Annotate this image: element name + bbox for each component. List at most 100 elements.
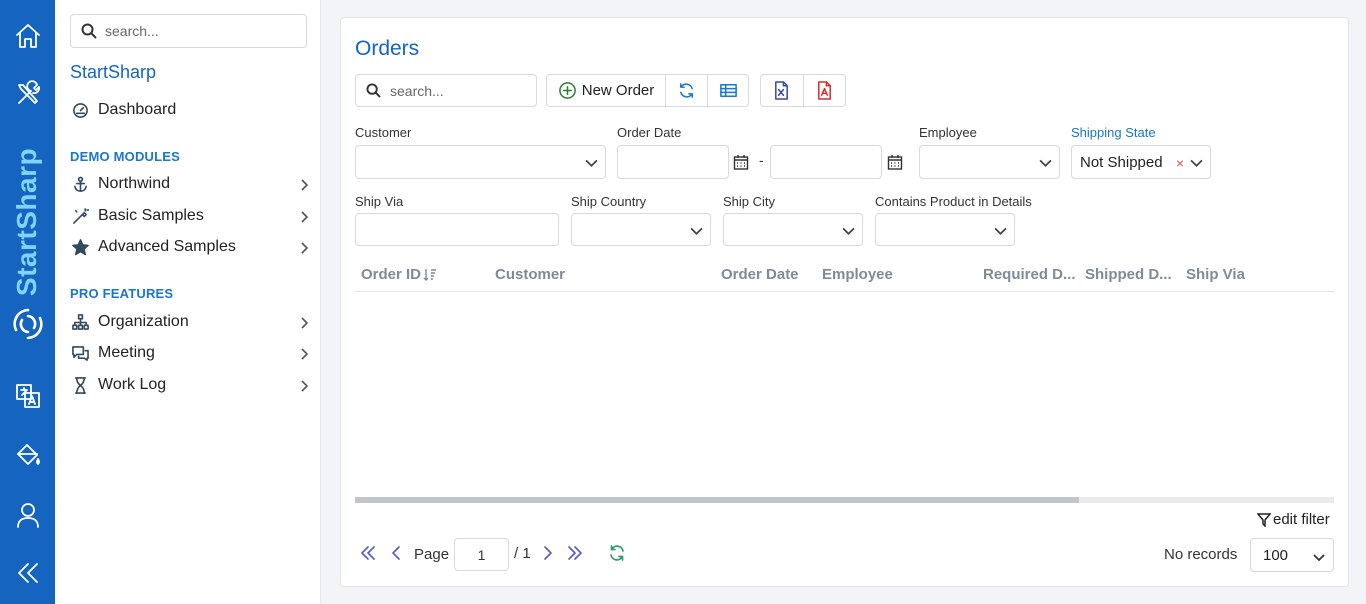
first-page-icon[interactable] xyxy=(359,544,377,562)
ship-via-filter-input[interactable] xyxy=(355,213,559,246)
sidebar-item-work-log[interactable]: Work Log xyxy=(70,372,310,398)
sidebar-item-northwind[interactable]: Northwind xyxy=(70,171,310,197)
edit-filter-link[interactable]: edit filter xyxy=(1257,511,1330,528)
collapse-icon[interactable] xyxy=(0,555,55,591)
hourglass-icon xyxy=(70,375,90,395)
shipping-state-filter-label: Shipping State xyxy=(1071,125,1156,140)
ship-country-filter-select[interactable] xyxy=(571,213,711,246)
ship-via-filter-label: Ship Via xyxy=(355,194,404,209)
chevron-right-icon xyxy=(298,379,310,392)
sidebar-item-dashboard[interactable]: Dashboard xyxy=(70,97,310,123)
chevron-right-icon xyxy=(298,210,310,223)
excel-file-icon xyxy=(775,81,789,100)
brand-part-sharp: Sharp xyxy=(11,147,42,230)
new-order-button[interactable]: New Order xyxy=(547,75,666,106)
column-header-order-date[interactable]: Order Date xyxy=(721,266,799,283)
grid-search[interactable] xyxy=(355,74,537,107)
sidebar-item-organization[interactable]: Organization xyxy=(70,309,310,335)
refresh-button[interactable] xyxy=(666,75,708,106)
sidebar-item-label: Dashboard xyxy=(98,101,177,118)
sidebar-item-label: Work Log xyxy=(98,376,167,393)
section-demo-modules: DEMO MODULES xyxy=(70,149,181,164)
employee-filter-label: Employee xyxy=(919,125,977,140)
calendar-icon[interactable] xyxy=(733,154,749,170)
calendar-icon[interactable] xyxy=(887,154,903,170)
page-title: Orders xyxy=(355,37,420,60)
scrollbar-thumb[interactable] xyxy=(355,497,1079,503)
next-page-icon[interactable] xyxy=(539,544,557,562)
edit-filter-label: edit filter xyxy=(1273,511,1330,528)
translate-icon[interactable] xyxy=(0,378,55,414)
column-header-shipped-date[interactable]: Shipped D... xyxy=(1085,266,1172,283)
tools-icon[interactable] xyxy=(0,76,55,112)
sidebar-item-label: Organization xyxy=(98,313,189,330)
sidebar-item-meeting[interactable]: Meeting xyxy=(70,340,310,366)
column-header-ship-via[interactable]: Ship Via xyxy=(1186,266,1245,283)
chevron-down-icon xyxy=(1190,156,1203,169)
pdf-export-button[interactable] xyxy=(804,75,846,106)
ship-city-filter-label: Ship City xyxy=(723,194,776,209)
sidebar-search[interactable] xyxy=(70,14,307,48)
ship-city-filter-select[interactable] xyxy=(723,213,863,246)
paint-bucket-icon[interactable] xyxy=(0,437,55,473)
shipping-state-filter-select[interactable]: Not Shipped × xyxy=(1071,145,1211,179)
page-number-input[interactable] xyxy=(454,538,509,571)
brand-logo-icon xyxy=(10,306,46,342)
employee-filter-select[interactable] xyxy=(919,145,1060,179)
sidebar-item-label: Northwind xyxy=(98,175,171,192)
sidebar-item-advanced-samples[interactable]: Advanced Samples xyxy=(70,234,310,260)
chevron-down-icon xyxy=(842,224,855,237)
contains-product-filter-label: Contains Product in Details xyxy=(875,194,1032,209)
search-icon xyxy=(81,23,97,39)
sidebar-item-label: Advanced Samples xyxy=(98,238,236,255)
brand-wordmark: StartSharp xyxy=(11,148,43,296)
clear-icon[interactable]: × xyxy=(1176,155,1184,171)
pager-refresh-icon[interactable] xyxy=(608,544,626,562)
sidebar-search-input[interactable] xyxy=(105,23,295,39)
column-header-required-date[interactable]: Required D... xyxy=(983,266,1076,283)
new-order-label: New Order xyxy=(581,82,655,99)
user-icon[interactable] xyxy=(0,497,55,533)
table-columns-icon xyxy=(719,84,737,97)
customer-filter-select[interactable] xyxy=(355,145,606,179)
sitemap-icon xyxy=(70,312,90,332)
chevron-right-icon xyxy=(298,316,310,329)
sort-desc-icon xyxy=(423,268,437,282)
home-icon[interactable] xyxy=(0,18,55,54)
chevron-down-icon xyxy=(1039,156,1052,169)
gauge-icon xyxy=(70,100,90,120)
wand-icon xyxy=(70,206,90,226)
order-date-end-input[interactable] xyxy=(770,145,882,179)
chevron-down-icon xyxy=(994,224,1007,237)
chevron-right-icon xyxy=(298,241,310,254)
contains-product-filter-select[interactable] xyxy=(875,213,1015,246)
toolbar-export-buttons xyxy=(760,74,846,107)
chevron-down-icon xyxy=(1313,550,1325,562)
sidebar: StartSharp Dashboard DEMO MODULES Northw… xyxy=(55,0,321,604)
last-page-icon[interactable] xyxy=(566,544,584,562)
order-date-filter-label: Order Date xyxy=(617,125,682,140)
filter-icon xyxy=(1257,512,1271,527)
column-header-customer[interactable]: Customer xyxy=(495,266,565,283)
excel-export-button[interactable] xyxy=(761,75,804,106)
column-picker-button[interactable] xyxy=(708,75,748,106)
sidebar-title[interactable]: StartSharp xyxy=(70,62,156,83)
horizontal-scrollbar[interactable] xyxy=(355,497,1334,503)
sidebar-item-label: Meeting xyxy=(98,344,155,361)
grid-search-input[interactable] xyxy=(390,82,530,99)
app-rail: StartSharp xyxy=(0,0,55,604)
ship-country-filter-label: Ship Country xyxy=(571,194,647,209)
add-circle-icon xyxy=(558,82,576,99)
chat-icon xyxy=(70,343,90,363)
total-pages-label: / 1 xyxy=(514,545,531,562)
page-label: Page xyxy=(414,546,450,563)
column-header-order-id[interactable]: Order ID xyxy=(361,266,437,283)
prev-page-icon[interactable] xyxy=(387,544,405,562)
chevron-right-icon xyxy=(298,347,310,360)
sidebar-item-basic-samples[interactable]: Basic Samples xyxy=(70,203,310,229)
column-header-employee[interactable]: Employee xyxy=(822,266,893,283)
order-date-start-input[interactable] xyxy=(617,145,729,179)
page-size-select[interactable]: 100 xyxy=(1250,538,1334,572)
search-icon xyxy=(366,83,381,98)
pdf-file-icon xyxy=(817,81,831,100)
